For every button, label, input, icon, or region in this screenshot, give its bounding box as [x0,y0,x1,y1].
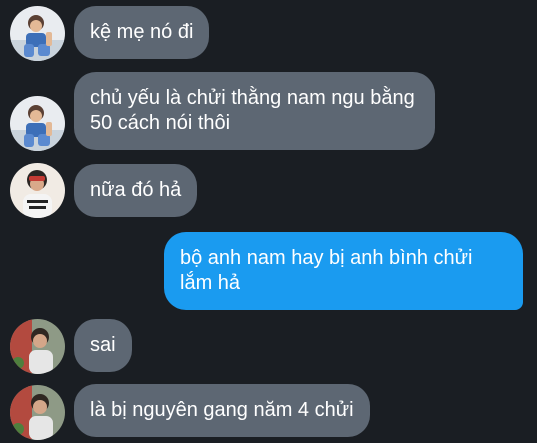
message-text: kệ mẹ nó đi [90,21,194,43]
message-text: chủ yếu là chửi thằng nam ngu bằng 50 cá… [90,87,415,134]
message-text: nữa đó hả [90,179,182,201]
avatar[interactable] [10,163,65,218]
avatar[interactable] [10,6,65,61]
message-bubble[interactable]: nữa đó hả [74,164,198,217]
message-bubble[interactable]: sai [74,319,132,372]
message-text: là bị nguyên gang năm 4 chửi [90,399,354,421]
message-bubble-outgoing[interactable]: bộ anh nam hay bị anh bình chửi lắm hả [164,232,523,310]
message-text: bộ anh nam hay bị anh bình chửi lắm hả [180,247,473,294]
message-bubble[interactable]: kệ mẹ nó đi [74,6,210,59]
avatar[interactable] [10,385,65,440]
message-text: sai [90,334,116,356]
avatar[interactable] [10,319,65,374]
message-bubble[interactable]: là bị nguyên gang năm 4 chửi [74,384,370,437]
avatar[interactable] [10,96,65,151]
message-bubble[interactable]: chủ yếu là chửi thằng nam ngu bằng 50 cá… [74,72,435,150]
